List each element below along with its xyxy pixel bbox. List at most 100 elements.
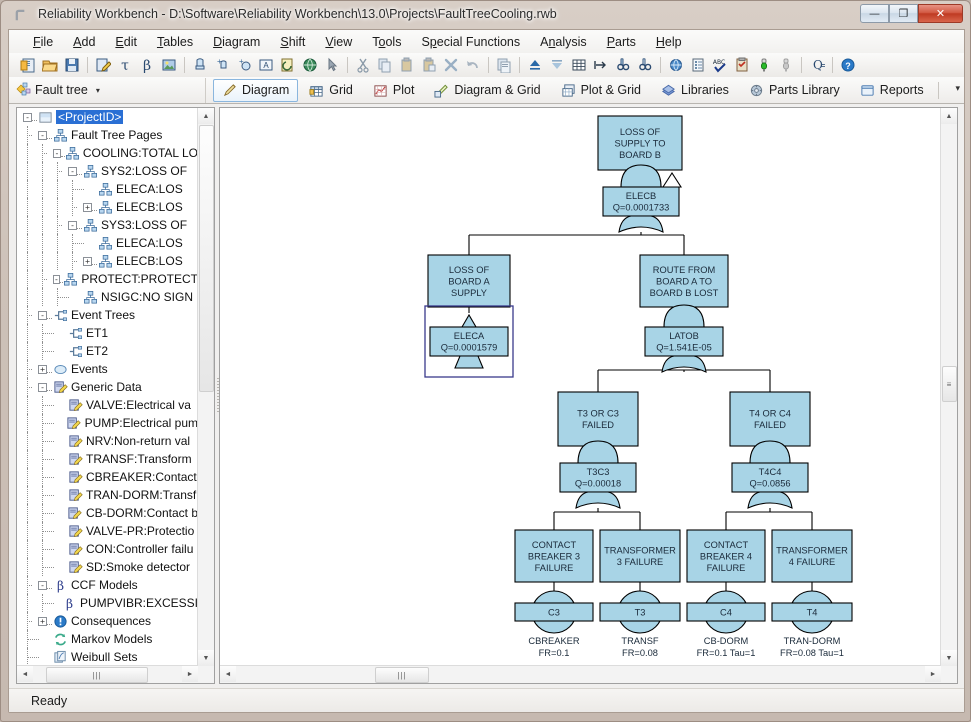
menu-item-tools[interactable]: Tools	[362, 32, 411, 52]
tab-grid[interactable]: Grid	[300, 79, 362, 102]
align-top-button[interactable]	[524, 55, 545, 75]
diagram-node-n6[interactable]: CONTACTBREAKER 3FAILURE	[515, 530, 593, 582]
tree-item-con-controller-failu[interactable]: CON:Controller failu	[17, 540, 198, 558]
tree-horizontal-scrollbar[interactable]: ◄ ||| ►	[17, 665, 198, 683]
traffic-green-button[interactable]	[753, 55, 774, 75]
diagram-node-g5[interactable]: T4C4Q=0.0856	[732, 441, 808, 508]
tree-item-tran-dorm-transf[interactable]: TRAN-DORM:Transf	[17, 486, 198, 504]
diagram-scroll-left-button[interactable]: ◄	[220, 666, 236, 682]
traffic-grey-button[interactable]	[775, 55, 796, 75]
tree-item-protect-protect[interactable]: -PROTECT:PROTECT	[17, 270, 198, 288]
tree-expander[interactable]: +	[38, 365, 47, 374]
cut-button[interactable]	[352, 55, 373, 75]
tree-item-generic-data[interactable]: -Generic Data	[17, 378, 198, 396]
tree-item-nsigc-no-sign[interactable]: NSIGC:NO SIGN	[17, 288, 198, 306]
tree-item-sys2-loss-of[interactable]: -SYS2:LOSS OF	[17, 162, 198, 180]
duplicate-button[interactable]	[493, 55, 514, 75]
tree-item-elecb-los[interactable]: +ELECB:LOS	[17, 198, 198, 216]
tree-scroll-down-button[interactable]: ▼	[198, 650, 214, 666]
add-page-button[interactable]	[277, 55, 298, 75]
add-text-button[interactable]: A	[255, 55, 276, 75]
diagram-node-g4[interactable]: T3C3Q=0.00018	[560, 441, 636, 508]
maximize-button[interactable]: ❐	[889, 4, 918, 23]
tree-expander[interactable]: +	[38, 617, 47, 626]
globe-button[interactable]	[665, 55, 686, 75]
tree-item-valve-electrical-va[interactable]: VALVE:Electrical va	[17, 396, 198, 414]
tree-item-markov-models[interactable]: Markov Models	[17, 630, 198, 648]
align-bottom-button[interactable]	[546, 55, 567, 75]
pointer-button[interactable]	[321, 55, 342, 75]
tree-item-fault-tree-pages[interactable]: -Fault Tree Pages	[17, 126, 198, 144]
project-tree[interactable]: -<ProjectID>-Fault Tree Pages-COOLING:TO…	[17, 108, 198, 666]
tree-item-weibull-sets[interactable]: Weibull Sets	[17, 648, 198, 666]
undo-button[interactable]	[462, 55, 483, 75]
diagram-node-n9[interactable]: TRANSFORMER4 FAILURE	[772, 530, 852, 582]
tree-item-ccf-models[interactable]: -βCCF Models	[17, 576, 198, 594]
tab-plot[interactable]: Plot	[364, 79, 424, 102]
tree-item-elecb-los[interactable]: +ELECB:LOS	[17, 252, 198, 270]
diagram-horizontal-scroll-thumb[interactable]: |||	[375, 667, 429, 683]
diagram-node-n1[interactable]: LOSS OFSUPPLY TOBOARD B	[598, 116, 682, 170]
open-project-button[interactable]	[39, 55, 60, 75]
shift-button[interactable]	[590, 55, 611, 75]
tree-scroll-right-button[interactable]: ►	[182, 666, 198, 682]
tree-expander[interactable]: -	[53, 149, 61, 158]
menu-item-edit[interactable]: Edit	[105, 32, 147, 52]
tree-expander[interactable]: +	[83, 203, 92, 212]
copy-button[interactable]	[374, 55, 395, 75]
tab-parts-library[interactable]: Parts Library	[740, 79, 849, 102]
add-gate-button[interactable]	[189, 55, 210, 75]
add-transfer-button[interactable]	[299, 55, 320, 75]
menu-item-special-functions[interactable]: Special Functions	[411, 32, 530, 52]
tree-expander[interactable]: -	[68, 167, 77, 176]
diagram-node-b2[interactable]: T3TRANSFFR=0.08	[600, 591, 680, 658]
diagram-node-n5[interactable]: T4 OR C4FAILED	[730, 392, 810, 446]
tree-item-cbreaker-contact[interactable]: CBREAKER:Contact	[17, 468, 198, 486]
diagram-scroll-up-button[interactable]: ▲	[941, 108, 957, 124]
fault-tree-canvas[interactable]: LOSS OFSUPPLY TOBOARD BELECBQ=0.0001733L…	[220, 108, 940, 666]
menu-item-add[interactable]: Add	[63, 32, 105, 52]
diagram-scroll-right-button[interactable]: ►	[925, 666, 941, 682]
tree-vertical-scrollbar[interactable]: ▲ ▼	[197, 108, 214, 666]
tree-item-events[interactable]: +Events	[17, 360, 198, 378]
edit-properties-button[interactable]	[92, 55, 113, 75]
diagram-vertical-scroll-thumb[interactable]: ≡	[942, 366, 957, 402]
tree-expander[interactable]: -	[68, 221, 77, 230]
add-gate-plus-button[interactable]: +	[211, 55, 232, 75]
find-button[interactable]	[612, 55, 633, 75]
save-project-button[interactable]	[61, 55, 82, 75]
diagram-scroll-down-button[interactable]: ▼	[941, 650, 957, 666]
tree-expander[interactable]: -	[38, 311, 47, 320]
tree-scroll-left-button[interactable]: ◄	[17, 666, 33, 682]
diagram-node-g2[interactable]: ELECAQ=0.0001579	[425, 306, 513, 377]
grid-button[interactable]	[568, 55, 589, 75]
tree-item-valve-pr-protectio[interactable]: VALVE-PR:Protectio	[17, 522, 198, 540]
diagram-node-g3[interactable]: LATOBQ=1.541E-05	[645, 305, 723, 372]
checklist-button[interactable]	[731, 55, 752, 75]
delete-button[interactable]	[440, 55, 461, 75]
tab-plot-grid[interactable]: Plot & Grid	[552, 79, 650, 102]
tree-vertical-scroll-thumb[interactable]	[199, 125, 214, 392]
tree-item-nrv-non-return-val[interactable]: NRV:Non-return val	[17, 432, 198, 450]
tree-item-cb-dorm-contact-b[interactable]: CB-DORM:Contact b	[17, 504, 198, 522]
tree-item-transf-transform[interactable]: TRANSF:Transform	[17, 450, 198, 468]
tree-item-cooling-total-lo[interactable]: -COOLING:TOTAL LO	[17, 144, 198, 162]
diagram-node-n3[interactable]: ROUTE FROMBOARD A TOBOARD B LOST	[640, 255, 728, 307]
diagram-node-b1[interactable]: C3CBREAKERFR=0.1	[515, 591, 593, 658]
tree-expander[interactable]: -	[53, 275, 60, 284]
diagram-node-n8[interactable]: CONTACTBREAKER 4FAILURE	[687, 530, 765, 582]
tree-item-pump-electrical-pum[interactable]: PUMP:Electrical pum	[17, 414, 198, 432]
report-button[interactable]	[687, 55, 708, 75]
tree-item-consequences[interactable]: +Consequences	[17, 612, 198, 630]
tab-reports[interactable]: Reports	[851, 79, 933, 102]
picture-button[interactable]	[158, 55, 179, 75]
close-button[interactable]: ✕	[918, 4, 963, 23]
tree-item-projectid[interactable]: -<ProjectID>	[17, 108, 198, 126]
menu-item-view[interactable]: View	[315, 32, 362, 52]
tab-diagram-grid[interactable]: Diagram & Grid	[425, 79, 549, 102]
minimize-button[interactable]: —	[860, 4, 889, 23]
add-event-plus-button[interactable]: +	[233, 55, 254, 75]
tree-type-selector[interactable]: Fault tree ▾	[9, 78, 206, 103]
tree-horizontal-scroll-thumb[interactable]: |||	[46, 667, 148, 683]
menu-item-diagram[interactable]: Diagram	[203, 32, 270, 52]
